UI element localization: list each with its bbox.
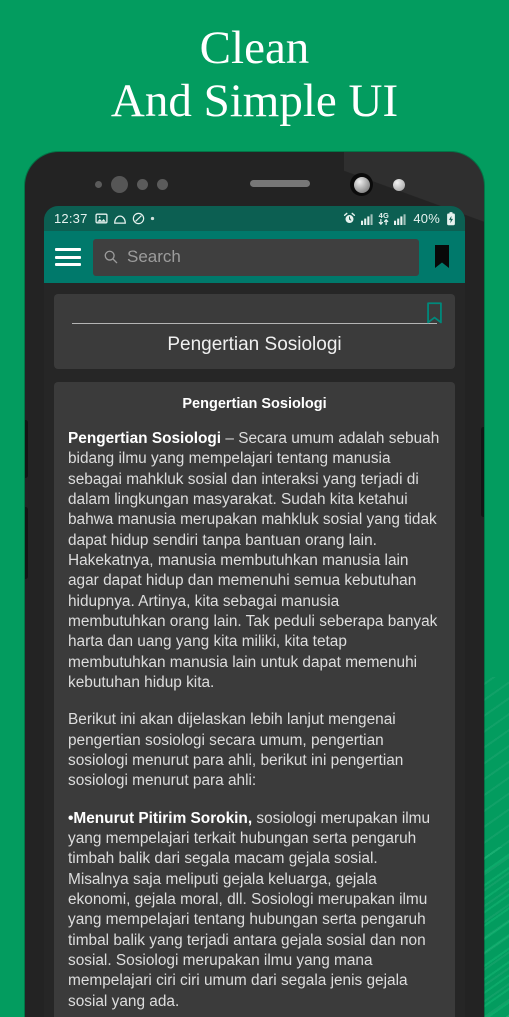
article-paragraph: Berikut ini akan dijelaskan lebih lanjut… bbox=[68, 711, 404, 790]
search-icon bbox=[103, 249, 119, 265]
image-icon bbox=[94, 212, 108, 225]
dot-icon bbox=[150, 216, 155, 221]
cloud-icon bbox=[113, 213, 127, 225]
network-4g-label: 4G bbox=[378, 210, 390, 220]
status-bar-left: 12:37 bbox=[54, 211, 155, 226]
proximity-sensor-icon bbox=[111, 176, 128, 193]
article-card-title: Pengertian Sosiologi bbox=[167, 334, 342, 355]
status-bar-right: 4G 40% bbox=[343, 211, 456, 226]
status-bar: 12:37 4G 40% bbox=[44, 206, 465, 231]
bookmark-outline-icon[interactable] bbox=[426, 302, 443, 324]
phone-screen: 12:37 4G 40% Search Pengertian Sosiologi… bbox=[44, 206, 465, 1017]
article-content-area[interactable]: Pengertian Sosiologi Pengertian Sosiolog… bbox=[44, 283, 465, 1017]
article-body-card[interactable]: Pengertian Sosiologi Pengertian Sosiolog… bbox=[54, 382, 455, 1017]
shield-check-icon bbox=[132, 212, 145, 225]
article-paragraph: Pengertian Sosiologi – Secara umum adala… bbox=[68, 430, 440, 691]
signal-icon-2 bbox=[394, 213, 406, 225]
volume-down-button[interactable] bbox=[25, 507, 28, 579]
article-paragraph: •Menurut Pitirim Sorokin, sosiologi meru… bbox=[68, 809, 431, 1010]
promo-headline-line2: And Simple UI bbox=[110, 75, 399, 127]
phone-top-bezel bbox=[25, 152, 484, 206]
paragraph-lead: •Menurut Pitirim Sorokin, bbox=[68, 809, 253, 827]
bookmark-filled-icon[interactable] bbox=[431, 244, 453, 270]
paragraph-lead: Pengertian Sosiologi bbox=[68, 430, 222, 447]
alarm-icon bbox=[343, 212, 356, 225]
front-camera-icon bbox=[350, 173, 373, 196]
article-paragraph-list: Pengertian Sosiologi – Secara umum adala… bbox=[68, 429, 441, 1012]
promo-headline: Clean And Simple UI bbox=[0, 0, 509, 150]
signal-icon bbox=[361, 213, 373, 225]
promo-headline-line1: Clean bbox=[199, 22, 310, 75]
search-input[interactable]: Search bbox=[93, 238, 419, 276]
battery-charging-icon bbox=[446, 211, 456, 226]
hamburger-menu-icon[interactable] bbox=[55, 248, 81, 266]
battery-percent-label: 40% bbox=[413, 211, 440, 226]
earpiece-speaker bbox=[250, 180, 310, 187]
front-flash-icon bbox=[393, 179, 405, 191]
title-divider bbox=[72, 323, 437, 324]
sensor-cluster bbox=[95, 176, 168, 193]
sensor-dot-small-icon bbox=[95, 181, 102, 188]
app-bar: Search bbox=[44, 231, 465, 283]
power-button[interactable] bbox=[481, 427, 484, 517]
volume-up-button[interactable] bbox=[25, 420, 28, 478]
status-clock: 12:37 bbox=[54, 211, 88, 226]
phone-mockup: 12:37 4G 40% Search Pengertian Sosiologi… bbox=[25, 152, 484, 1017]
article-title-card[interactable]: Pengertian Sosiologi bbox=[54, 294, 455, 369]
sensor-dot-medium-icon bbox=[137, 179, 148, 190]
network-4g-icon: 4G bbox=[378, 212, 389, 226]
article-heading: Pengertian Sosiologi bbox=[182, 396, 327, 412]
search-placeholder: Search bbox=[127, 247, 181, 266]
sensor-dot-medium2-icon bbox=[157, 179, 168, 190]
